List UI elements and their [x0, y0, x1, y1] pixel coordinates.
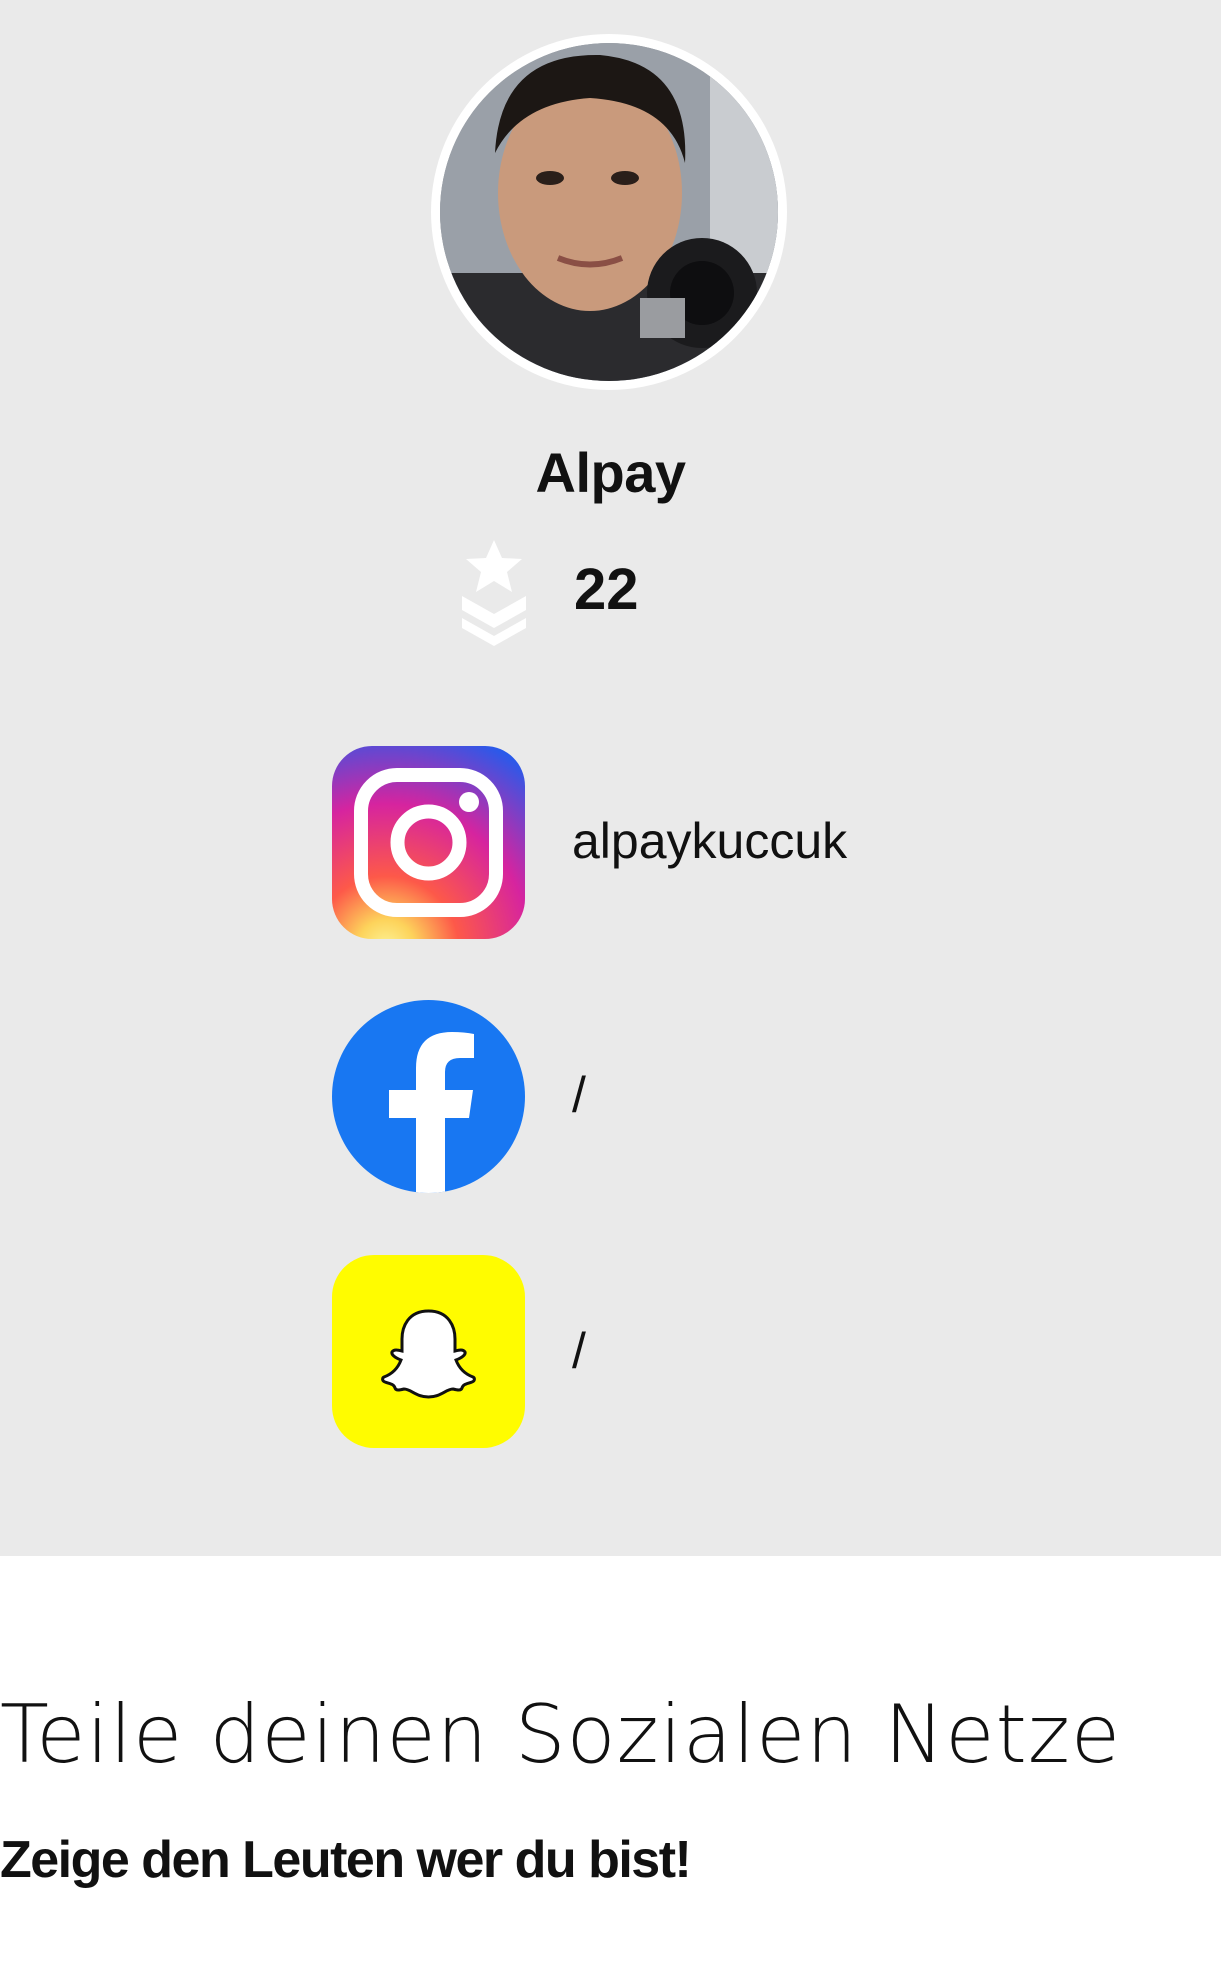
promo-subline: Zeige den Leuten wer du bist! — [0, 1831, 692, 1889]
facebook-handle[interactable]: / — [572, 1066, 586, 1124]
rank-value: 22 — [574, 557, 639, 622]
instagram-handle[interactable]: alpaykuccuk — [572, 812, 847, 870]
avatar-photo — [440, 43, 778, 381]
user-name: Alpay — [535, 441, 687, 504]
promo-headline: Teile deinen Sozialen Netze — [0, 1688, 1122, 1781]
instagram-icon[interactable] — [332, 746, 525, 939]
snapchat-handle[interactable]: / — [572, 1322, 586, 1380]
military-rank-star-chevrons-icon — [458, 540, 530, 646]
snapchat-icon[interactable] — [332, 1255, 525, 1448]
avatar[interactable] — [440, 43, 778, 381]
facebook-icon[interactable] — [332, 1000, 525, 1193]
